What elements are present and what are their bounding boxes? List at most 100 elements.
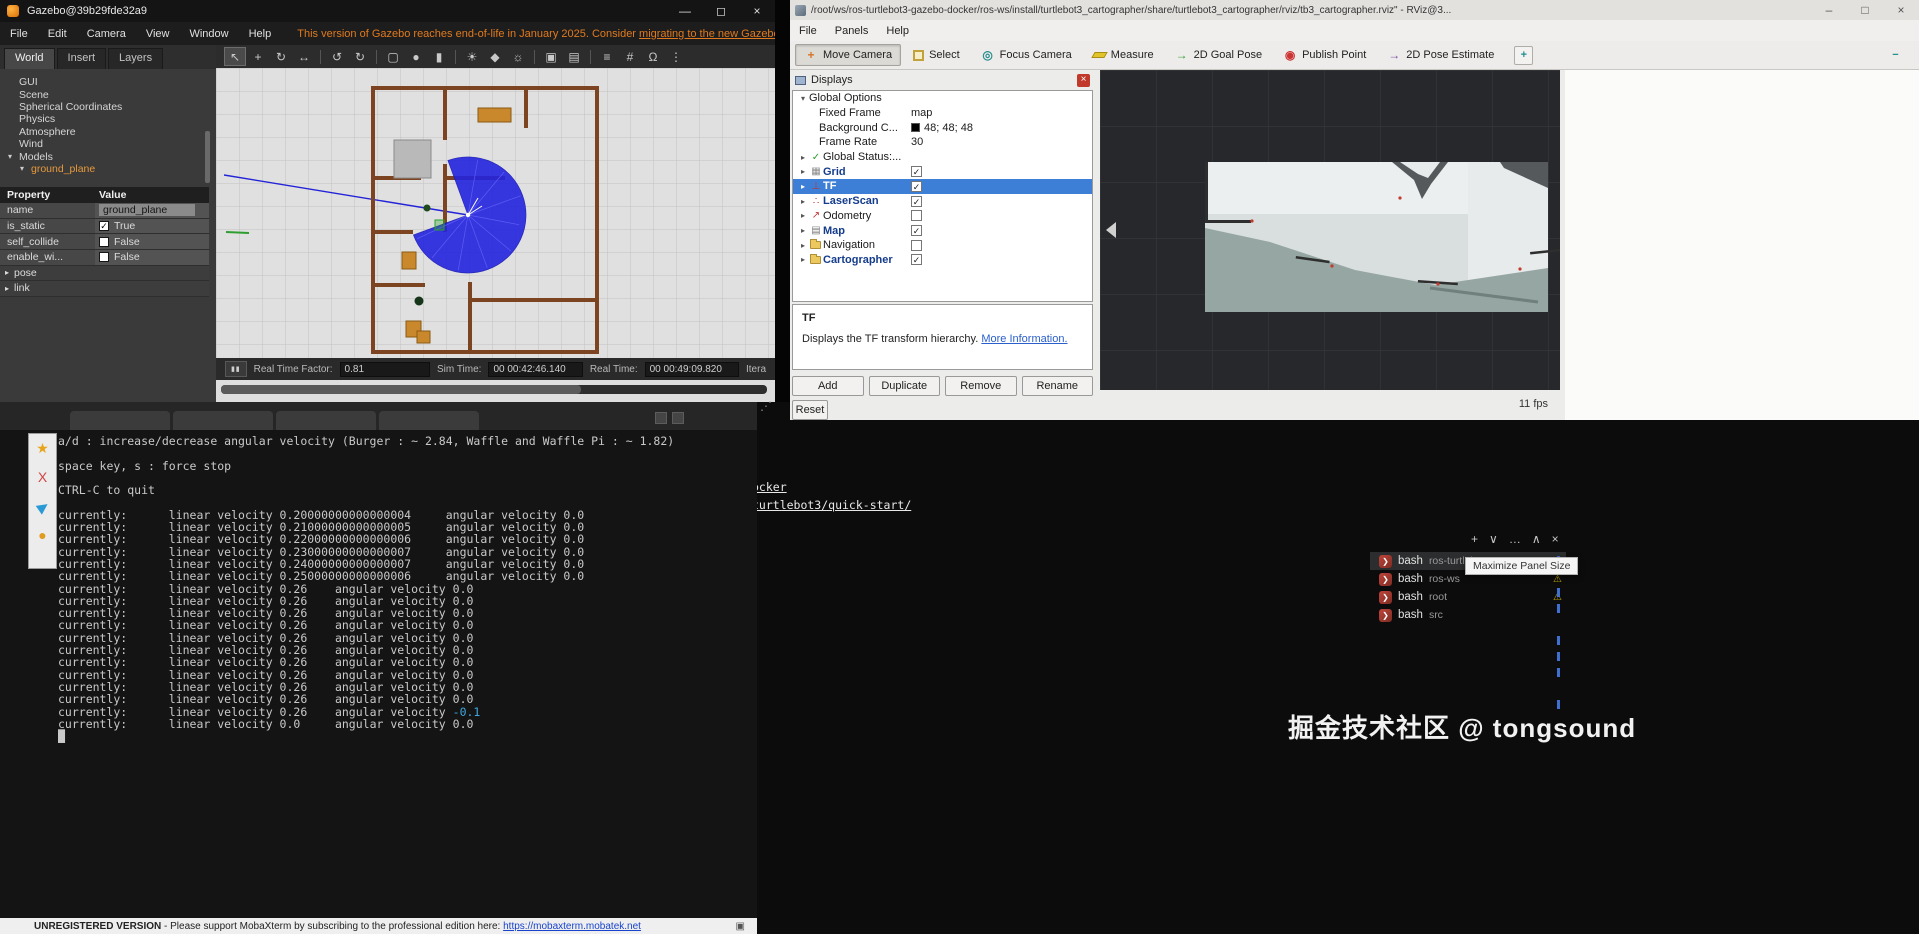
expander-icon[interactable]: ▸ <box>797 197 809 206</box>
expander-icon[interactable]: ▸ <box>797 182 809 191</box>
session-tab[interactable] <box>276 411 376 430</box>
display-enabled[interactable] <box>911 210 922 221</box>
expander-icon[interactable]: ▸ <box>797 211 809 220</box>
rename-button[interactable]: Rename <box>1022 376 1094 396</box>
gazebo-3d-scene[interactable] <box>216 68 775 358</box>
value-field[interactable]: ground_plane <box>99 204 195 216</box>
display-row-fixed-frame[interactable]: Fixed Framemap <box>793 106 1092 121</box>
expander-icon[interactable]: ▾ <box>8 152 19 161</box>
new-terminal-icon[interactable]: + <box>1471 532 1478 546</box>
expander-icon[interactable]: ▸ <box>0 268 14 277</box>
maximize-button[interactable]: □ <box>1847 0 1883 21</box>
tree-item-wind[interactable]: Wind <box>8 138 214 150</box>
expander-icon[interactable]: ▸ <box>797 153 809 162</box>
pause-button[interactable]: ▮▮ <box>225 361 247 377</box>
checkbox[interactable]: ✓ <box>911 225 922 236</box>
expander-icon[interactable]: ▸ <box>797 255 809 264</box>
checkbox[interactable]: ✓ <box>911 166 922 177</box>
property-row-self_collide[interactable]: self_collideFalse <box>0 234 209 250</box>
display-row-odometry[interactable]: ▸↗Odometry <box>793 209 1092 224</box>
snap-icon[interactable]: # <box>619 47 641 66</box>
align-icon[interactable]: ≡ <box>596 47 618 66</box>
tool-select[interactable]: Select <box>904 45 969 65</box>
mobatek-link[interactable]: https://mobaxterm.mobatek.net <box>503 921 641 932</box>
display-row-grid[interactable]: ▸▦Grid✓ <box>793 164 1092 179</box>
tool-focus-camera[interactable]: ◎Focus Camera <box>972 44 1081 66</box>
property-value[interactable]: map <box>911 107 932 119</box>
checkbox[interactable]: ✓ <box>911 181 922 192</box>
menu-help[interactable]: Help <box>877 25 918 37</box>
globe-icon[interactable]: ● <box>38 528 46 542</box>
terminal-tab-root[interactable]: ❯bashroot⚠ <box>1370 588 1566 606</box>
checkbox[interactable]: ✓ <box>911 196 922 207</box>
display-row-global-options[interactable]: ▾Global Options <box>793 91 1092 106</box>
checkbox[interactable] <box>99 237 109 247</box>
undo-icon[interactable]: ↺ <box>326 47 348 66</box>
session-tab[interactable] <box>70 411 170 430</box>
display-row-tf[interactable]: ▸⊥TF✓ <box>793 179 1092 194</box>
close-panel-icon[interactable]: × <box>1552 532 1559 546</box>
display-enabled[interactable]: ✓ <box>911 225 922 236</box>
display-row-navigation[interactable]: ▸Navigation <box>793 238 1092 253</box>
checkbox[interactable]: ✓ <box>911 254 922 265</box>
cursor-icon[interactable]: ↖ <box>224 47 246 66</box>
star-icon[interactable]: ★ <box>36 441 49 455</box>
box-icon[interactable]: ▢ <box>382 47 404 66</box>
terminal-tab-src[interactable]: ❯bashsrc <box>1370 606 1566 624</box>
expander-icon[interactable]: ▸ <box>0 284 14 293</box>
tree-item-spherical-coordinates[interactable]: Spherical Coordinates <box>8 101 214 113</box>
paste-icon[interactable]: ▤ <box>563 47 585 66</box>
display-enabled[interactable]: ✓ <box>911 254 922 265</box>
property-row-is_static[interactable]: is_static✓True <box>0 219 209 235</box>
display-row-global-status-[interactable]: ▸✓Global Status:... <box>793 150 1092 165</box>
x-server-icon[interactable]: X <box>38 470 47 484</box>
maximize-panel-icon[interactable]: ∧ <box>1532 532 1541 546</box>
tree-item-models[interactable]: ▾Models <box>8 150 214 162</box>
point-light-icon[interactable]: ☀ <box>461 47 483 66</box>
sphere-icon[interactable]: ● <box>405 47 427 66</box>
rtf-value[interactable]: 0.81 <box>340 362 430 377</box>
minimize-button[interactable]: – <box>1811 0 1847 21</box>
expander-icon[interactable]: ▸ <box>797 167 809 176</box>
gazebo-titlebar[interactable]: Gazebo@39b29fde32a9 —◻× <box>0 0 775 22</box>
reset-button[interactable]: Reset <box>792 400 828 420</box>
expander-icon[interactable]: ▾ <box>20 164 31 173</box>
minimize-button[interactable]: — <box>667 0 703 22</box>
copy-icon[interactable]: ▣ <box>540 47 562 66</box>
tab-world[interactable]: World <box>4 48 55 69</box>
property-value[interactable]: 48; 48; 48 <box>911 122 973 134</box>
menu-help[interactable]: Help <box>239 28 282 40</box>
checkbox[interactable] <box>911 210 922 221</box>
overflow-icon[interactable]: ⋮ <box>665 47 687 66</box>
add-button[interactable]: Add <box>792 376 864 396</box>
display-enabled[interactable]: ✓ <box>911 166 922 177</box>
displays-panel-header[interactable]: Displays × <box>790 70 1095 90</box>
display-enabled[interactable]: ✓ <box>911 196 922 207</box>
tree-item-physics[interactable]: Physics <box>8 113 214 125</box>
display-row-frame-rate[interactable]: Frame Rate30 <box>793 135 1092 150</box>
checkbox[interactable] <box>911 240 922 251</box>
tool-measure[interactable]: Measure <box>1084 45 1163 65</box>
menu-file[interactable]: File <box>0 28 38 40</box>
tool-publish-point[interactable]: ◉Publish Point <box>1274 44 1375 66</box>
toolbar-overflow-button[interactable]: − <box>1886 46 1905 65</box>
expander-icon[interactable]: ▸ <box>797 241 809 250</box>
tree-scrollbar[interactable] <box>205 131 210 183</box>
add-tool-button[interactable]: + <box>1514 46 1533 65</box>
display-row-background-c-[interactable]: Background C...48; 48; 48 <box>793 120 1092 135</box>
joint-icon[interactable]: Ω <box>642 47 664 66</box>
tool-move-camera[interactable]: +Move Camera <box>795 44 901 66</box>
property-value[interactable]: False <box>95 234 209 249</box>
tool-2d-goal-pose[interactable]: →2D Goal Pose <box>1166 44 1271 66</box>
spot-light-icon[interactable]: ◆ <box>484 47 506 66</box>
redo-icon[interactable]: ↻ <box>349 47 371 66</box>
more-information-link[interactable]: More Information. <box>981 333 1067 345</box>
remove-button[interactable]: Remove <box>945 376 1017 396</box>
scale-icon[interactable]: ↔ <box>293 47 315 66</box>
property-value[interactable]: False <box>95 250 209 265</box>
migrate-link[interactable]: migrating to the new Gazebo <box>639 28 775 40</box>
property-row-name[interactable]: nameground_plane <box>0 203 209 219</box>
paper-plane-icon[interactable]: ▶ <box>34 497 51 515</box>
menu-view[interactable]: View <box>136 28 180 40</box>
property-row-enable_wi[interactable]: enable_wi...False <box>0 250 209 266</box>
